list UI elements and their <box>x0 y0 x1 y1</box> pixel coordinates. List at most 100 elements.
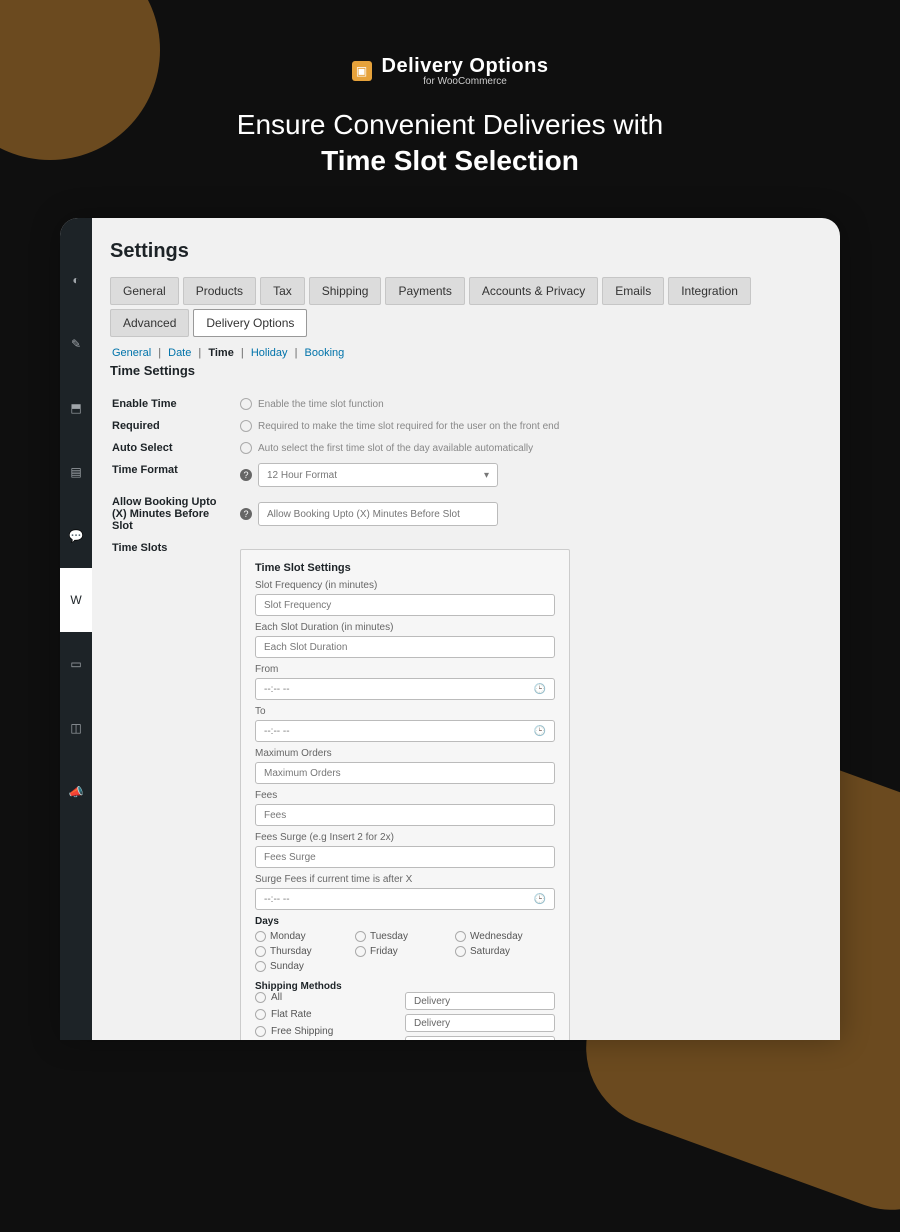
auto-select-toggle[interactable]: Auto select the first time slot of the d… <box>240 442 816 454</box>
enable-time-desc: Enable the time slot function <box>258 399 384 410</box>
tab-emails[interactable]: Emails <box>602 277 664 305</box>
help-icon[interactable]: ? <box>240 508 252 520</box>
fees-surge-label: Fees Surge (e.g Insert 2 for 2x) <box>255 832 555 843</box>
enable-time-label: Enable Time <box>112 394 238 414</box>
enable-time-toggle[interactable]: Enable the time slot function <box>240 398 816 410</box>
fees-surge-input[interactable]: Fees Surge <box>255 846 555 868</box>
to-input[interactable]: --:-- --🕒 <box>255 720 555 742</box>
hero-heading-line1: Ensure Convenient Deliveries with <box>237 109 663 140</box>
clock-icon: 🕒 <box>534 894 546 905</box>
day-wednesday[interactable]: Wednesday <box>455 931 535 942</box>
tab-shipping[interactable]: Shipping <box>309 277 382 305</box>
subtab-holiday[interactable]: Holiday <box>251 347 288 359</box>
woo-icon[interactable]: W <box>60 568 92 632</box>
separator: | <box>292 347 301 359</box>
shipping-options: AllFlat RateFree ShippingLocal Pickup <box>255 992 333 1040</box>
day-tuesday[interactable]: Tuesday <box>355 931 435 942</box>
day-monday[interactable]: Monday <box>255 931 335 942</box>
admin-sidebar: ◐ ✎ ⬒ ▤ 💬 W ▭ ◫ 📣 <box>60 218 92 1040</box>
time-slots-label: Time Slots <box>112 538 238 1040</box>
box-icon: ▣ <box>352 61 372 81</box>
product-logo: ▣ Delivery Options for WooCommerce <box>352 55 549 87</box>
clock-icon: 🕒 <box>534 726 546 737</box>
from-label: From <box>255 664 555 675</box>
max-orders-input[interactable]: Maximum Orders <box>255 762 555 784</box>
section-title: Time Settings <box>110 363 818 378</box>
max-orders-label: Maximum Orders <box>255 748 555 759</box>
time-format-label: Time Format <box>112 460 238 490</box>
day-thursday[interactable]: Thursday <box>255 946 335 957</box>
time-settings-form: Enable Time Enable the time slot functio… <box>110 392 818 1040</box>
clock-icon: 🕒 <box>534 684 546 695</box>
settings-window: ◐ ✎ ⬒ ▤ 💬 W ▭ ◫ 📣 Settings GeneralProduc… <box>60 218 840 1040</box>
shipping-all[interactable]: All <box>255 992 333 1003</box>
subtab-booking[interactable]: Booking <box>305 347 345 359</box>
tab-products[interactable]: Products <box>183 277 256 305</box>
settings-content: Settings GeneralProductsTaxShippingPayme… <box>92 218 840 1040</box>
tab-advanced[interactable]: Advanced <box>110 309 189 337</box>
slot-box-title: Time Slot Settings <box>255 562 555 574</box>
fees-label: Fees <box>255 790 555 801</box>
settings-tabs: GeneralProductsTaxShippingPaymentsAccoun… <box>110 277 818 337</box>
allow-booking-input[interactable] <box>258 502 498 526</box>
to-label: To <box>255 706 555 717</box>
delivery-tags: Delivery Delivery Delivery <box>405 992 555 1040</box>
required-label: Required <box>112 416 238 436</box>
auto-select-desc: Auto select the first time slot of the d… <box>258 443 533 454</box>
day-friday[interactable]: Friday <box>355 946 435 957</box>
days-group: Monday Tuesday Wednesday Thursday Friday Satu… <box>255 931 555 972</box>
fees-input[interactable]: Fees <box>255 804 555 826</box>
tab-tax[interactable]: Tax <box>260 277 305 305</box>
subtab-date[interactable]: Date <box>168 347 191 359</box>
analytics-icon[interactable]: ◫ <box>60 696 92 760</box>
separator: | <box>238 347 247 359</box>
surge-after-label: Surge Fees if current time is after X <box>255 874 555 885</box>
duration-label: Each Slot Duration (in minutes) <box>255 622 555 633</box>
subtab-time[interactable]: Time <box>208 347 233 359</box>
day-saturday[interactable]: Saturday <box>455 946 535 957</box>
help-icon[interactable]: ? <box>240 469 252 481</box>
marketing-icon[interactable]: 📣 <box>60 760 92 824</box>
from-input[interactable]: --:-- --🕒 <box>255 678 555 700</box>
tab-payments[interactable]: Payments <box>385 277 464 305</box>
comments-icon[interactable]: 💬 <box>60 504 92 568</box>
shipping-label: Shipping Methods <box>255 981 342 992</box>
tab-general[interactable]: General <box>110 277 179 305</box>
shipping-flat-rate[interactable]: Flat Rate <box>255 1009 333 1020</box>
shipping-free-shipping[interactable]: Free Shipping <box>255 1026 333 1037</box>
tab-accounts-privacy[interactable]: Accounts & Privacy <box>469 277 598 305</box>
delivery-tag[interactable]: Delivery <box>405 992 555 1010</box>
auto-select-label: Auto Select <box>112 438 238 458</box>
product-name: Delivery Options <box>382 55 549 78</box>
hero-banner: ▣ Delivery Options for WooCommerce Ensur… <box>0 0 900 177</box>
duration-input[interactable]: Each Slot Duration <box>255 636 555 658</box>
required-desc: Required to make the time slot required … <box>258 421 559 432</box>
pin-icon[interactable]: ✎ <box>60 312 92 376</box>
tab-delivery-options[interactable]: Delivery Options <box>193 309 307 337</box>
dashboard-icon[interactable]: ◐ <box>60 248 92 312</box>
day-sunday[interactable]: Sunday <box>255 961 335 972</box>
time-format-select[interactable]: 12 Hour Format ▾ <box>258 463 498 487</box>
media-icon[interactable]: ⬒ <box>60 376 92 440</box>
settings-subtabs: General | Date | Time | Holiday | Bookin… <box>110 347 818 359</box>
tab-integration[interactable]: Integration <box>668 277 751 305</box>
required-toggle[interactable]: Required to make the time slot required … <box>240 420 816 432</box>
separator: | <box>155 347 164 359</box>
allow-booking-label: Allow Booking Upto (X) Minutes Before Sl… <box>112 492 238 536</box>
days-label: Days <box>255 916 555 927</box>
delivery-tag[interactable]: Delivery <box>405 1014 555 1032</box>
products-icon[interactable]: ▭ <box>60 632 92 696</box>
hero-heading-line2: Time Slot Selection <box>0 145 900 177</box>
separator: | <box>195 347 204 359</box>
time-format-value: 12 Hour Format <box>267 470 337 481</box>
chevron-down-icon: ▾ <box>484 470 489 481</box>
surge-after-input[interactable]: --:-- --🕒 <box>255 888 555 910</box>
page-title: Settings <box>110 240 818 263</box>
delivery-tag[interactable]: Delivery <box>405 1036 555 1040</box>
time-slot-settings-box: Time Slot Settings Slot Frequency (in mi… <box>240 549 570 1040</box>
pages-icon[interactable]: ▤ <box>60 440 92 504</box>
subtab-general[interactable]: General <box>112 347 151 359</box>
frequency-label: Slot Frequency (in minutes) <box>255 580 555 591</box>
frequency-input[interactable]: Slot Frequency <box>255 594 555 616</box>
hero-heading: Ensure Convenient Deliveries with Time S… <box>0 109 900 177</box>
